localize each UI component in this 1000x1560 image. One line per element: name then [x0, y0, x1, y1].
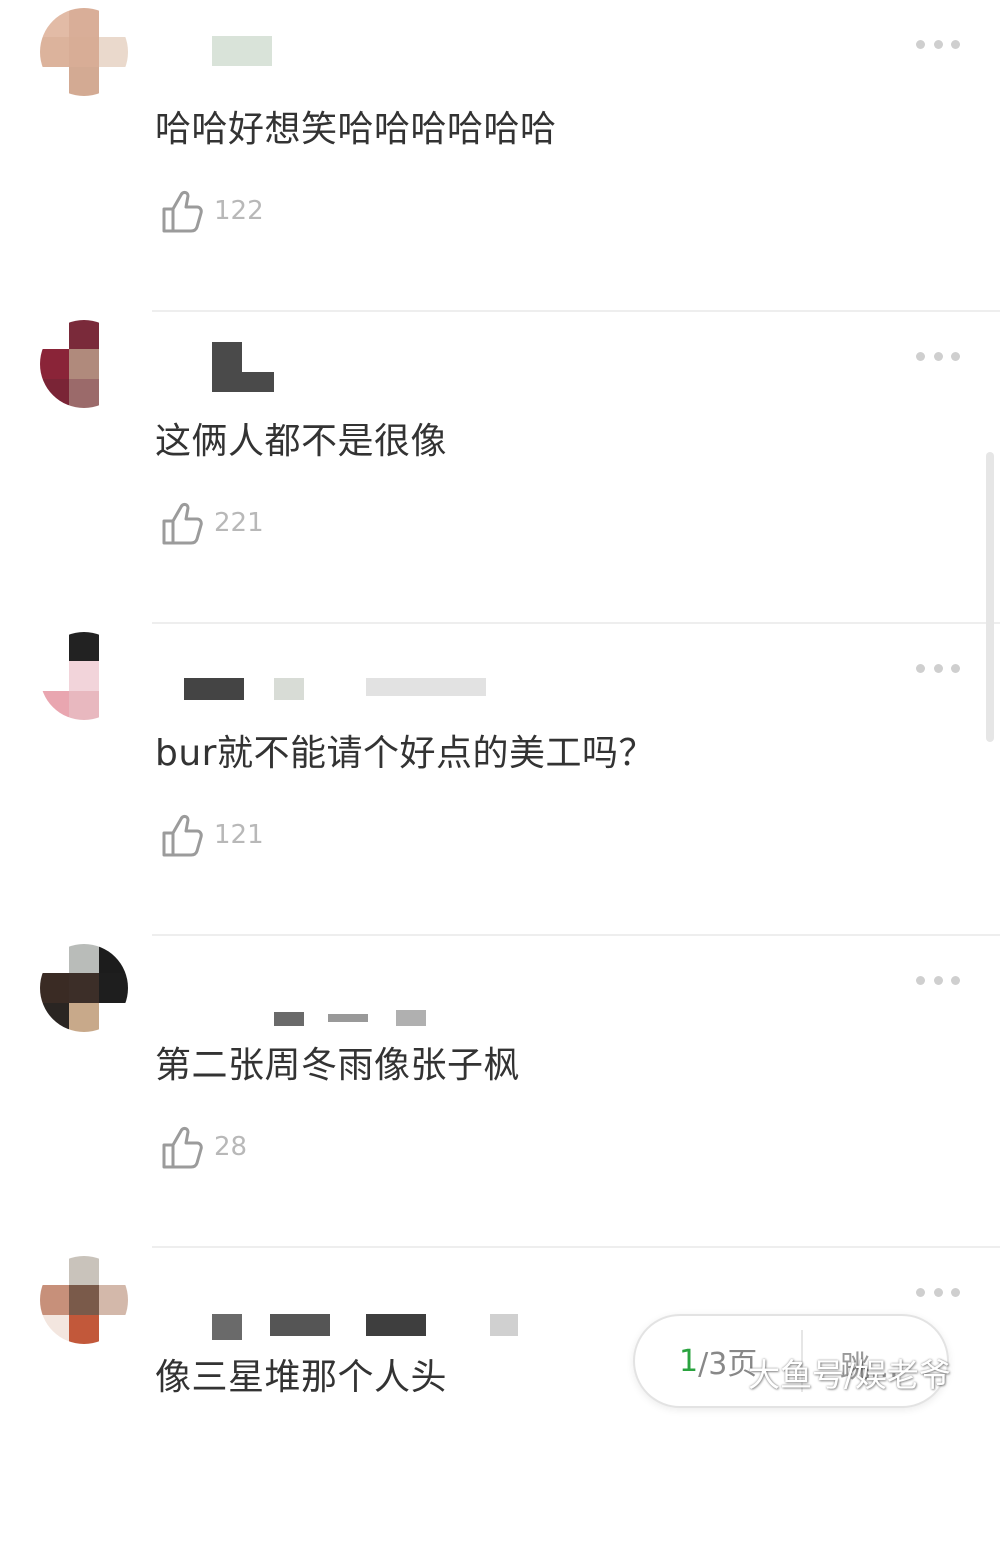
- like-count: 221: [214, 508, 264, 538]
- more-dots-icon[interactable]: [916, 1282, 960, 1302]
- avatar[interactable]: [40, 320, 128, 408]
- like-button[interactable]: 221: [160, 498, 264, 548]
- comment-item: bur就不能请个好点的美工吗？ 121: [0, 624, 1000, 936]
- avatar[interactable]: [40, 8, 128, 96]
- avatar[interactable]: [40, 632, 128, 720]
- scrollbar[interactable]: [986, 452, 994, 742]
- like-button[interactable]: 122: [160, 186, 264, 236]
- comment-item: 哈哈好想笑哈哈哈哈哈哈 122: [0, 0, 1000, 312]
- thumbs-up-icon: [162, 815, 203, 857]
- comment-text: bur就不能请个好点的美工吗？: [155, 733, 655, 774]
- more-dots-icon[interactable]: [916, 658, 960, 678]
- more-dots-icon[interactable]: [916, 34, 960, 54]
- pager-current-page: 1: [679, 1343, 699, 1379]
- thumbs-up-icon: [162, 191, 203, 233]
- comment-item: 第二张周冬雨像张子枫 28: [0, 936, 1000, 1248]
- more-dots-icon[interactable]: [916, 346, 960, 366]
- comment-item: 这俩人都不是很像 221: [0, 312, 1000, 624]
- comment-text: 像三星堆那个人头: [155, 1357, 448, 1398]
- like-count: 28: [214, 1132, 248, 1162]
- comment-text: 这俩人都不是很像: [155, 421, 448, 462]
- more-dots-icon[interactable]: [916, 970, 960, 990]
- avatar[interactable]: [40, 944, 128, 1032]
- watermark: 大鱼号/娱老爷: [748, 1356, 951, 1394]
- like-count: 121: [214, 820, 264, 850]
- username-pixelated[interactable]: [150, 1278, 570, 1340]
- username-pixelated[interactable]: [150, 30, 570, 90]
- thumbs-up-icon: [162, 503, 203, 545]
- avatar[interactable]: [40, 1256, 128, 1344]
- like-count: 122: [214, 196, 264, 226]
- comment-text: 第二张周冬雨像张子枫: [155, 1045, 521, 1086]
- like-button[interactable]: 121: [160, 810, 264, 860]
- thumbs-up-icon: [162, 1127, 203, 1169]
- comment-text: 哈哈好想笑哈哈哈哈哈哈: [155, 109, 557, 150]
- username-pixelated[interactable]: [150, 654, 570, 714]
- username-pixelated[interactable]: [150, 342, 570, 402]
- like-button[interactable]: 28: [160, 1122, 247, 1172]
- username-pixelated[interactable]: [150, 966, 570, 1026]
